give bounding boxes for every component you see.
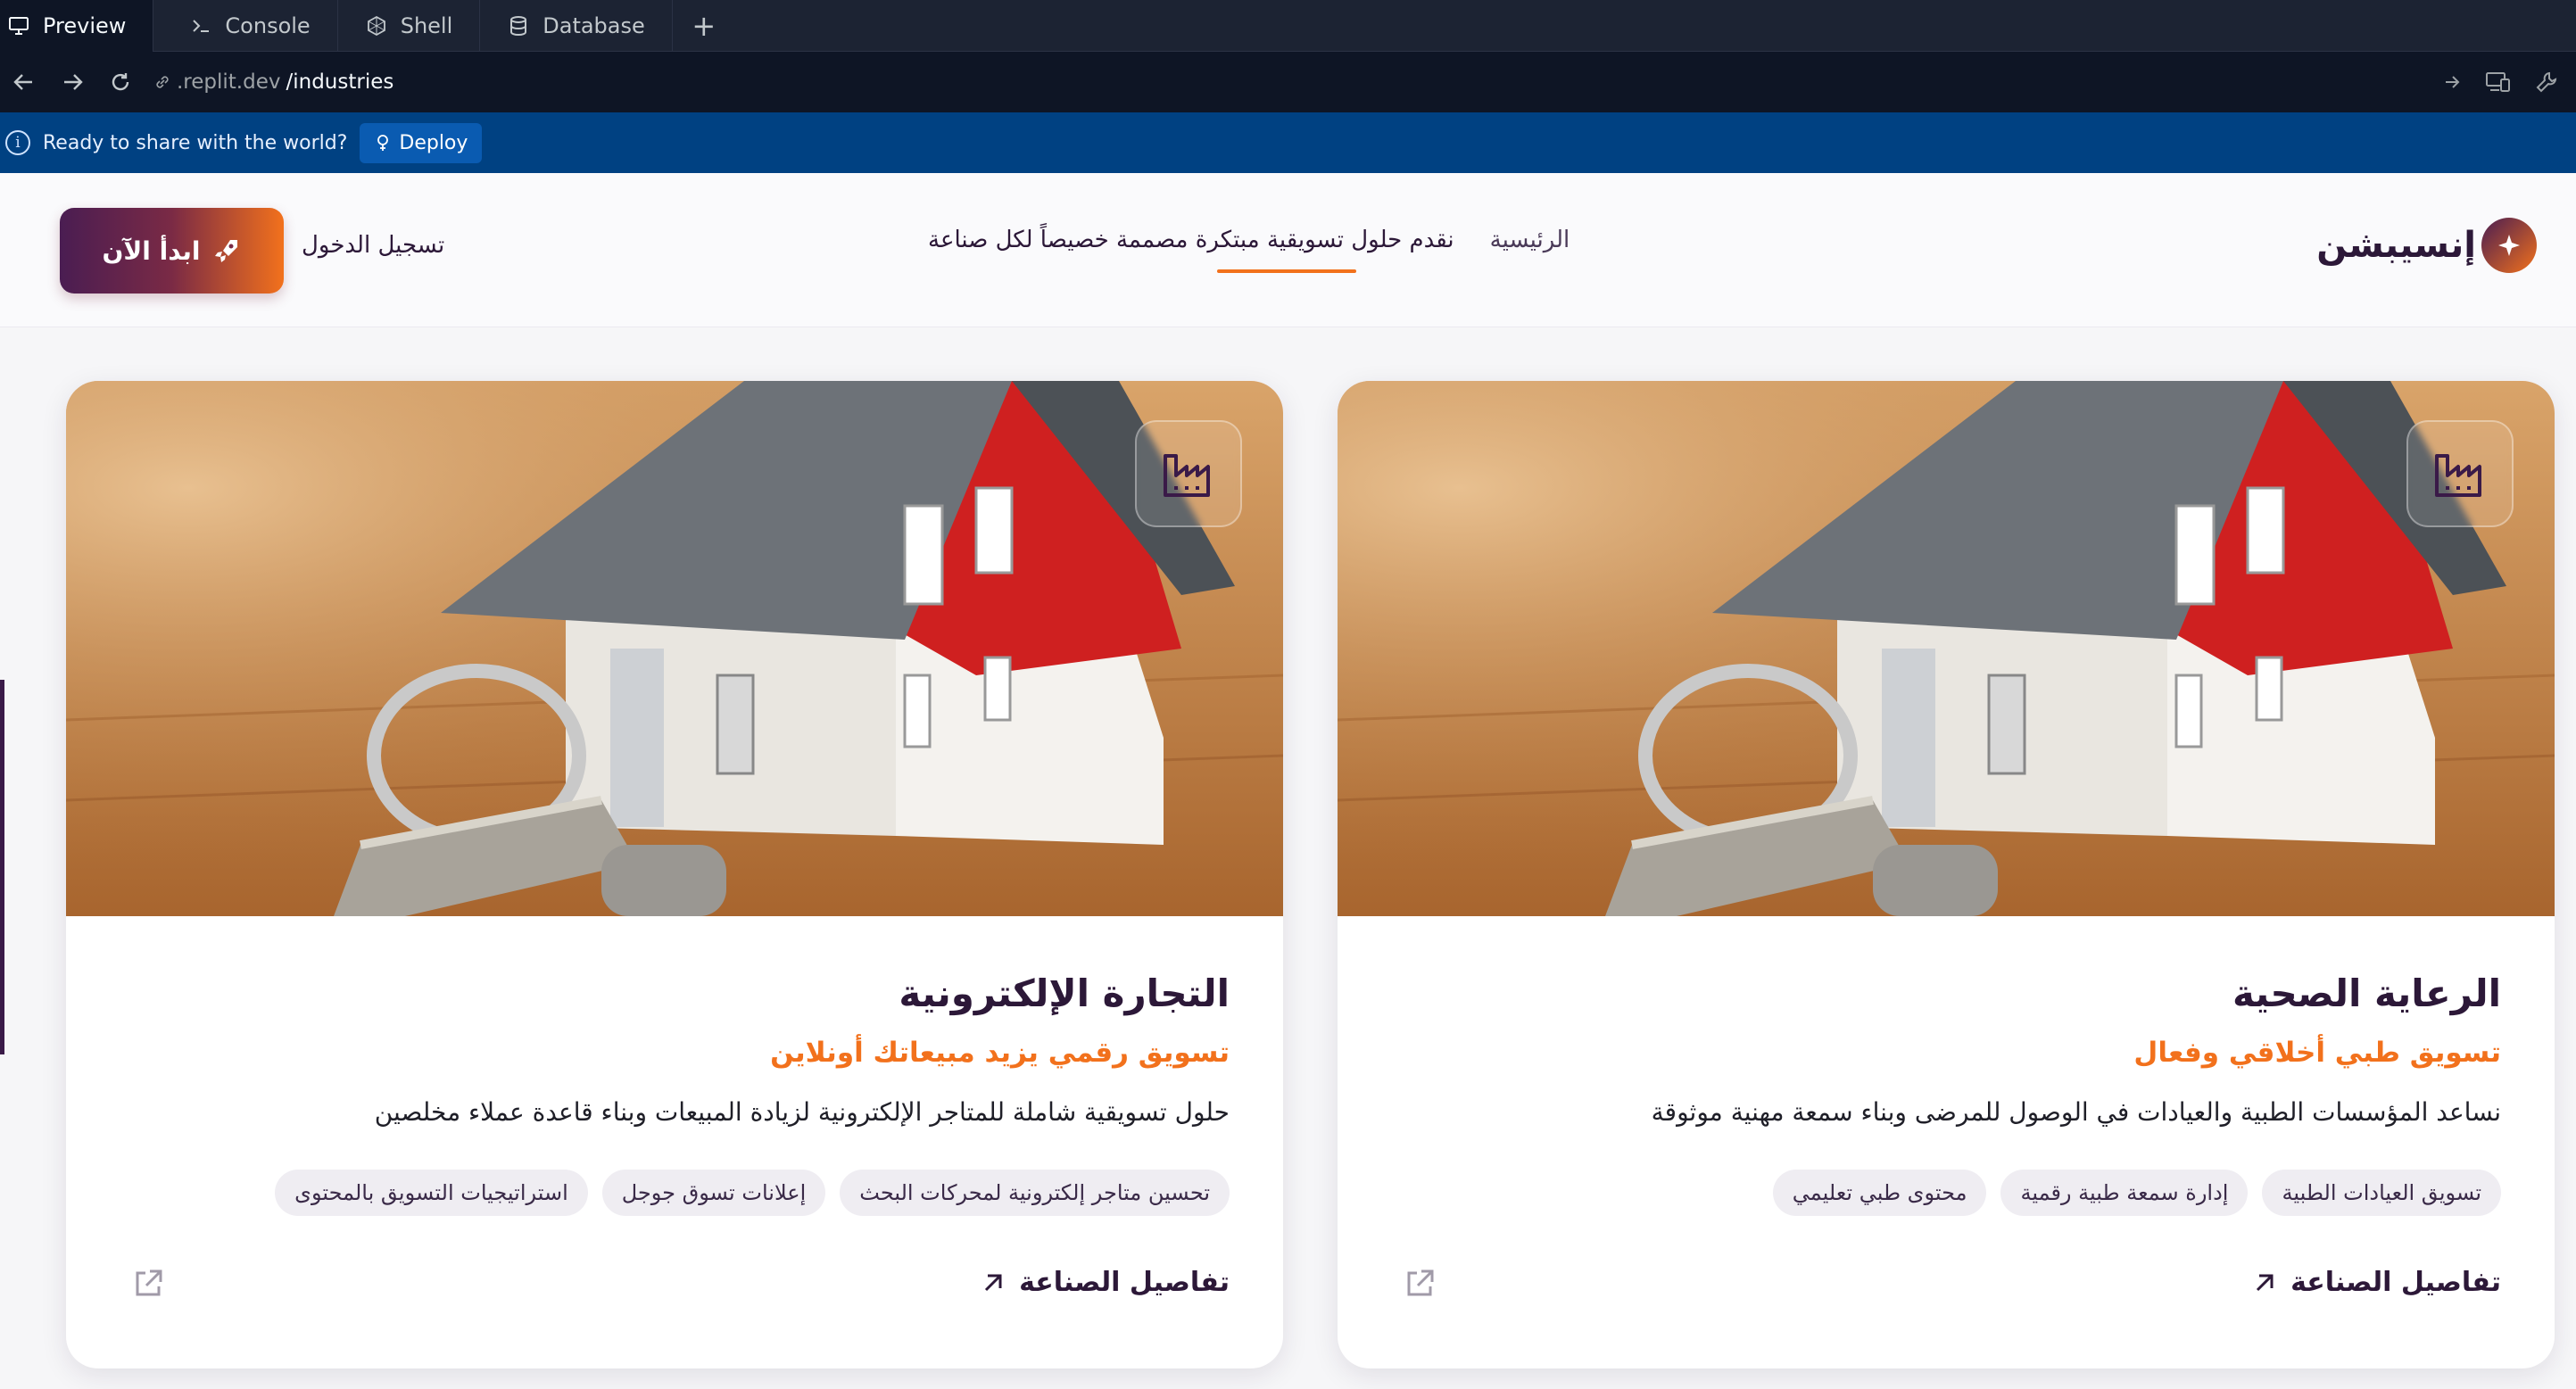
monitor-icon bbox=[7, 14, 30, 37]
details-label: تفاصيل الصناعة bbox=[2290, 1267, 2501, 1298]
factory-badge bbox=[1135, 420, 1242, 527]
url-field[interactable]: .replit.dev/industries bbox=[153, 70, 2442, 94]
sparkle-icon bbox=[2481, 218, 2537, 273]
card-tags: تسويق العيادات الطبية إدارة سمعة طبية رق… bbox=[1772, 1170, 2501, 1216]
start-now-button[interactable]: ابدأ الآن bbox=[60, 208, 284, 294]
house-photo bbox=[66, 381, 1283, 916]
forward-button[interactable] bbox=[48, 52, 96, 112]
house-photo bbox=[1338, 381, 2555, 916]
database-icon bbox=[507, 14, 530, 37]
logo-text: إنسيبشن bbox=[2316, 225, 2476, 266]
tab-label: Shell bbox=[400, 13, 453, 38]
nav-home[interactable]: الرئيسية bbox=[1490, 227, 1570, 253]
shell-icon bbox=[365, 14, 388, 37]
card-title: الرعاية الصحية bbox=[2232, 971, 2501, 1015]
deploy-banner: i Ready to share with the world? Deploy bbox=[0, 112, 2576, 173]
deploy-button-label: Deploy bbox=[399, 131, 468, 154]
back-button[interactable] bbox=[0, 52, 48, 112]
side-accent-bar bbox=[0, 680, 4, 1054]
tag: محتوى طبي تعليمي bbox=[1772, 1170, 1987, 1216]
tag: استراتيجيات التسويق بالمحتوى bbox=[275, 1170, 588, 1216]
tag: إعلانات تسوق جوجل bbox=[601, 1170, 826, 1216]
devices-icon[interactable] bbox=[2485, 70, 2512, 94]
site-preview: ابدأ الآن تسجيل الدخول الرئيسية نقدم حلو… bbox=[0, 173, 2576, 1389]
reload-icon bbox=[112, 73, 129, 91]
external-link-icon[interactable] bbox=[1404, 1268, 1436, 1300]
external-link-icon[interactable] bbox=[132, 1268, 164, 1300]
arrow-right-icon bbox=[64, 74, 83, 90]
url-path: /industries bbox=[286, 70, 394, 94]
terminal-icon bbox=[189, 14, 212, 37]
tab-label: Database bbox=[543, 13, 645, 38]
card-subtitle: تسويق طبي أخلاقي وفعال bbox=[2133, 1037, 2501, 1069]
start-now-label: ابدأ الآن bbox=[102, 236, 201, 266]
factory-icon bbox=[1164, 454, 1210, 497]
industry-details-link[interactable]: تفاصيل الصناعة bbox=[982, 1267, 1230, 1298]
info-icon: i bbox=[5, 130, 30, 155]
tab-label: Console bbox=[225, 13, 311, 38]
nav-current[interactable]: نقدم حلول تسويقية مبتكرة مصممة خصيصاً لك… bbox=[928, 227, 1454, 273]
card-description: نساعد المؤسسات الطبية والعيادات في الوصو… bbox=[1651, 1097, 2501, 1127]
open-arrow-icon[interactable] bbox=[2442, 72, 2462, 92]
arrow-left-icon bbox=[13, 74, 32, 90]
tag: إدارة سمعة طبية رقمية bbox=[2000, 1170, 2249, 1216]
arrow-up-right-icon bbox=[985, 1274, 1002, 1291]
tab-console[interactable]: Console bbox=[153, 0, 338, 52]
deploy-icon bbox=[377, 135, 389, 151]
factory-icon bbox=[2435, 454, 2481, 497]
tab-preview[interactable]: Preview bbox=[0, 0, 154, 52]
industry-card-ecommerce[interactable]: التجارة الإلكترونية تسويق رقمي يزيد مبيع… bbox=[66, 381, 1283, 1368]
tab-label: Preview bbox=[43, 13, 127, 38]
card-description: حلول تسويقية شاملة للمتاجر الإلكترونية ل… bbox=[374, 1097, 1230, 1127]
add-tab-button[interactable]: + bbox=[673, 0, 735, 51]
deploy-button[interactable]: Deploy bbox=[360, 122, 483, 163]
arrow-up-right-icon bbox=[2257, 1274, 2274, 1291]
url-host: .replit.dev bbox=[177, 70, 281, 94]
tag: تحسين متاجر إلكترونية لمحركات البحث bbox=[840, 1170, 1230, 1216]
details-label: تفاصيل الصناعة bbox=[1019, 1267, 1230, 1298]
industry-details-link[interactable]: تفاصيل الصناعة bbox=[2253, 1267, 2501, 1298]
tab-database[interactable]: Database bbox=[480, 0, 673, 52]
workspace-tabbar: Preview Console Shell Database + bbox=[0, 0, 2576, 52]
card-subtitle: تسويق رقمي يزيد مبيعاتك أونلاين bbox=[770, 1037, 1230, 1069]
card-tags: تحسين متاجر إلكترونية لمحركات البحث إعلا… bbox=[275, 1170, 1230, 1216]
rocket-icon bbox=[215, 240, 238, 262]
card-title: التجارة الإلكترونية bbox=[899, 971, 1230, 1015]
main-nav: الرئيسية نقدم حلول تسويقية مبتكرة مصممة … bbox=[928, 227, 1570, 273]
site-logo[interactable]: إنسيبشن bbox=[2316, 218, 2537, 273]
industry-card-healthcare[interactable]: الرعاية الصحية تسويق طبي أخلاقي وفعال نس… bbox=[1338, 381, 2555, 1368]
factory-badge bbox=[2406, 420, 2514, 527]
tab-shell[interactable]: Shell bbox=[338, 0, 481, 52]
preview-urlbar: .replit.dev/industries bbox=[0, 52, 2576, 112]
link-icon bbox=[156, 76, 169, 88]
tag: تسويق العيادات الطبية bbox=[2262, 1170, 2501, 1216]
wrench-icon[interactable] bbox=[2535, 70, 2558, 94]
login-link[interactable]: تسجيل الدخول bbox=[302, 232, 444, 259]
reload-button[interactable] bbox=[96, 52, 145, 112]
plus-icon: + bbox=[692, 8, 716, 43]
deploy-message: Ready to share with the world? bbox=[43, 131, 348, 154]
